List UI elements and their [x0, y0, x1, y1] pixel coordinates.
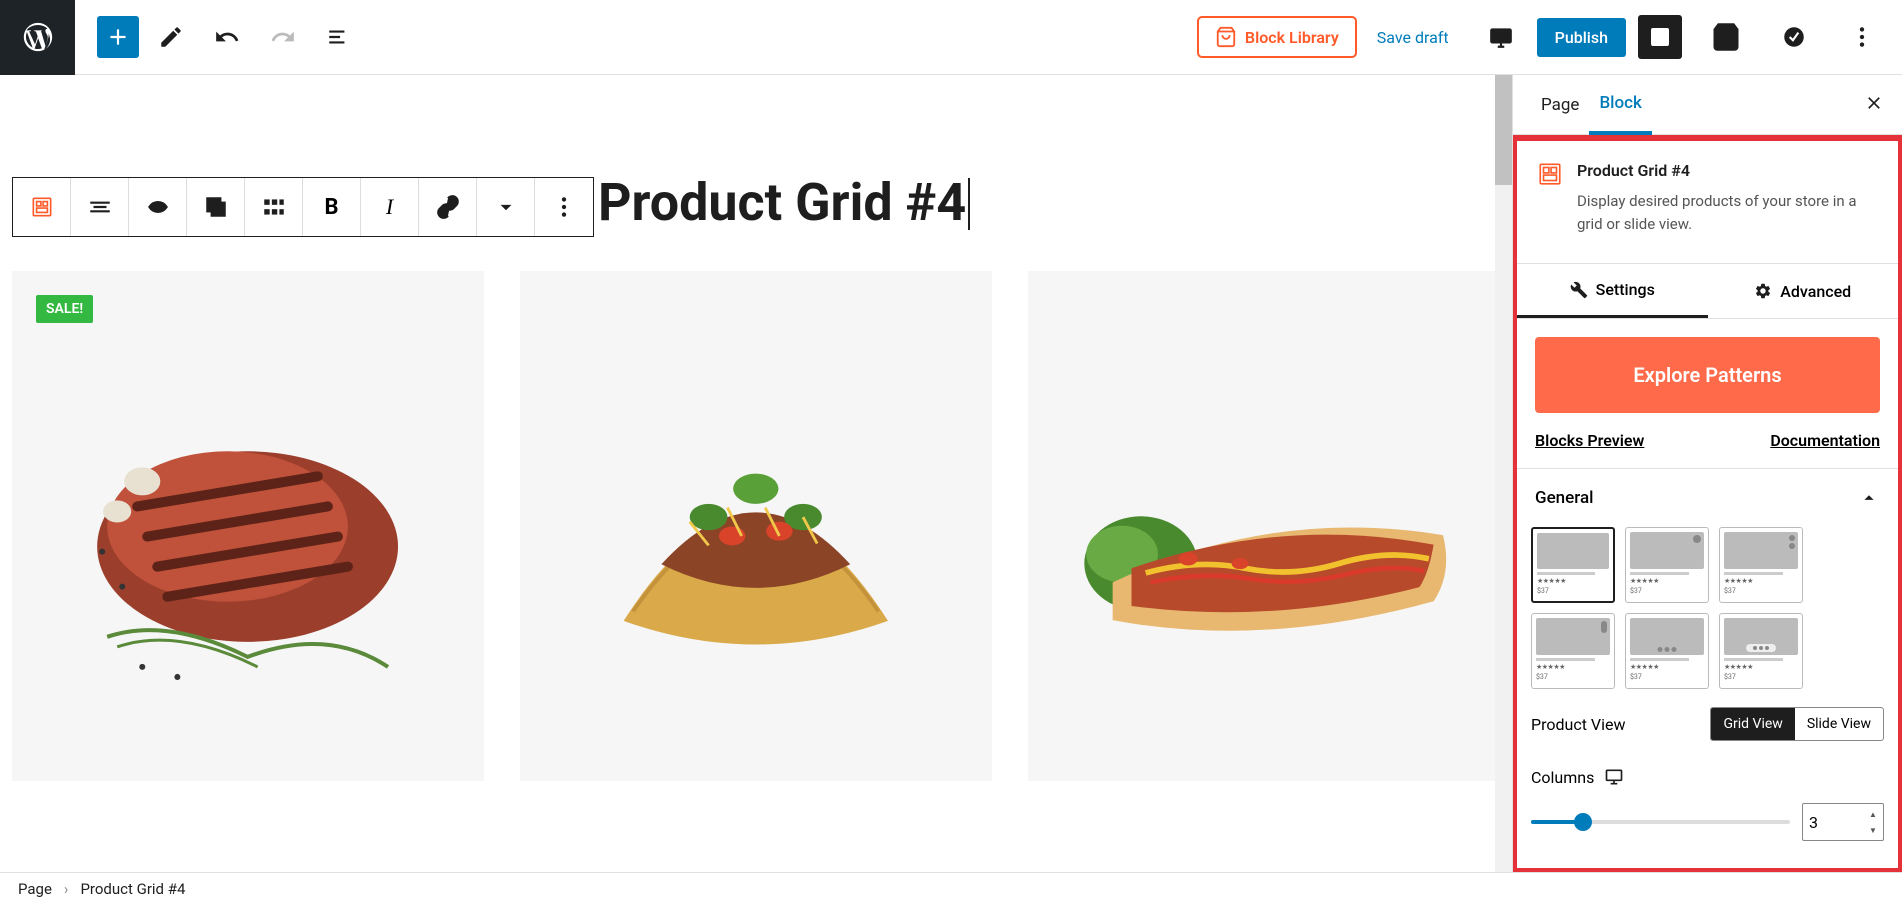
- product-view-row: Product View Grid View Slide View: [1517, 689, 1898, 759]
- layout-preset[interactable]: ★★★★★$37: [1719, 527, 1803, 603]
- product-card[interactable]: [520, 271, 992, 781]
- product-grid-icon: [1537, 161, 1563, 187]
- editor-topbar: Block Library Save draft Publish: [0, 0, 1902, 75]
- layout-preset[interactable]: ★★★★★$37: [1625, 527, 1709, 603]
- duplicate-button[interactable]: [187, 178, 245, 236]
- align-button[interactable]: [71, 178, 129, 236]
- block-title: Product Grid #4: [1577, 161, 1878, 180]
- layout-presets: ★★★★★$37 ★★★★★$37 ★★★★★$37 ★★★★★$37 ★★★★…: [1517, 527, 1898, 689]
- product-image-hotdog: [1056, 360, 1471, 692]
- canvas-scrollbar[interactable]: [1495, 75, 1512, 872]
- documentation-link[interactable]: Documentation: [1770, 431, 1880, 450]
- block-description: Display desired products of your store i…: [1577, 190, 1878, 235]
- grid-view-option[interactable]: Grid View: [1711, 708, 1794, 740]
- stepper-up[interactable]: ▲: [1865, 806, 1881, 822]
- more-rich-text-button[interactable]: [477, 178, 535, 236]
- undo-button[interactable]: [203, 13, 251, 61]
- move-button[interactable]: [129, 178, 187, 236]
- document-overview-button[interactable]: [315, 13, 363, 61]
- settings-toggle-button[interactable]: [1638, 15, 1682, 59]
- product-image-taco: [567, 348, 945, 705]
- breadcrumb-item[interactable]: Page: [18, 880, 52, 898]
- columns-row: Columns 3 ▲▼: [1517, 759, 1898, 841]
- columns-label: Columns: [1531, 768, 1594, 787]
- shopping-bag-icon: [1215, 26, 1237, 48]
- chevron-up-icon: [1858, 487, 1880, 509]
- columns-slider[interactable]: [1531, 820, 1790, 824]
- product-grid: SALE!: [12, 271, 1500, 781]
- sidebar-tabs: Page Block: [1513, 75, 1902, 135]
- block-panel-highlight: Product Grid #4 Display desired products…: [1513, 135, 1902, 872]
- wrench-icon: [1570, 281, 1588, 299]
- general-section: General ★★★★★$37 ★★★★★$37 ★★★★★$37 ★★★★★…: [1517, 468, 1898, 841]
- general-header[interactable]: General: [1517, 469, 1898, 527]
- tab-block[interactable]: Block: [1589, 75, 1651, 135]
- tab-settings[interactable]: Settings: [1517, 264, 1708, 318]
- layout-preset[interactable]: ★★★★★$37: [1531, 527, 1615, 603]
- explore-patterns-button[interactable]: Explore Patterns: [1535, 337, 1880, 413]
- page-title[interactable]: Product Grid #4: [598, 172, 966, 233]
- settings-sidebar: Page Block Product Grid #4 Display desir…: [1512, 75, 1902, 872]
- editor-canvas[interactable]: B I Product Grid #4 SALE!: [0, 75, 1512, 872]
- edit-mode-button[interactable]: [147, 13, 195, 61]
- breadcrumb: Page › Product Grid #4: [0, 872, 1902, 904]
- layout-preset[interactable]: ★★★★★$37: [1719, 613, 1803, 689]
- save-draft-button[interactable]: Save draft: [1369, 20, 1457, 55]
- redo-button[interactable]: [259, 13, 307, 61]
- layout-preset[interactable]: ★★★★★$37: [1531, 613, 1615, 689]
- italic-button[interactable]: I: [361, 178, 419, 236]
- breadcrumb-item[interactable]: Product Grid #4: [80, 880, 185, 898]
- block-info: Product Grid #4 Display desired products…: [1517, 141, 1898, 263]
- slide-view-option[interactable]: Slide View: [1795, 708, 1883, 740]
- desktop-icon[interactable]: [1604, 767, 1624, 787]
- view-toggle: Grid View Slide View: [1710, 707, 1884, 741]
- block-type-button[interactable]: [13, 178, 71, 236]
- woo-button[interactable]: [1702, 13, 1750, 61]
- tab-advanced[interactable]: Advanced: [1708, 264, 1899, 318]
- inner-tabs: Settings Advanced: [1517, 263, 1898, 319]
- main-area: B I Product Grid #4 SALE!: [0, 75, 1902, 872]
- columns-number-input[interactable]: 3 ▲▼: [1802, 803, 1884, 841]
- gear-icon: [1754, 282, 1772, 300]
- block-toolbar: B I: [12, 177, 594, 237]
- breadcrumb-separator: ›: [64, 880, 69, 898]
- link-button[interactable]: [419, 178, 477, 236]
- product-image-steak: [47, 348, 448, 705]
- close-icon: [1864, 93, 1884, 113]
- product-card[interactable]: [1028, 271, 1500, 781]
- sale-badge: SALE!: [36, 295, 93, 323]
- preview-device-button[interactable]: [1477, 13, 1525, 61]
- wordpress-logo[interactable]: [0, 0, 75, 75]
- product-view-label: Product View: [1531, 715, 1626, 734]
- add-block-button[interactable]: [97, 16, 139, 58]
- stepper-down[interactable]: ▼: [1865, 822, 1881, 838]
- publish-button[interactable]: Publish: [1537, 18, 1626, 57]
- block-library-label: Block Library: [1245, 28, 1339, 47]
- layout-preset[interactable]: ★★★★★$37: [1625, 613, 1709, 689]
- tab-page[interactable]: Page: [1531, 77, 1589, 133]
- block-library-button[interactable]: Block Library: [1197, 16, 1357, 58]
- blocks-preview-link[interactable]: Blocks Preview: [1535, 431, 1644, 450]
- yoast-button[interactable]: [1770, 13, 1818, 61]
- block-more-button[interactable]: [535, 178, 593, 236]
- product-card[interactable]: SALE!: [12, 271, 484, 781]
- close-sidebar-button[interactable]: [1864, 93, 1884, 117]
- columns-button[interactable]: [245, 178, 303, 236]
- bold-button[interactable]: B: [303, 178, 361, 236]
- more-options-button[interactable]: [1838, 13, 1886, 61]
